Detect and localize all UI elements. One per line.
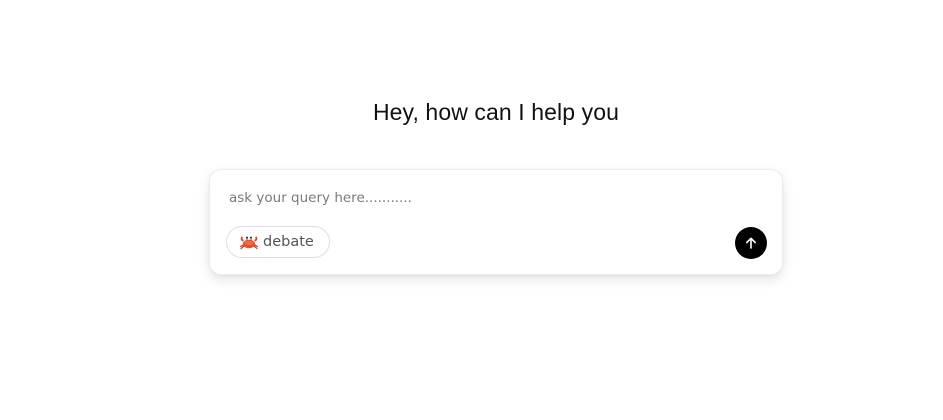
query-input[interactable]: [229, 187, 749, 209]
page: Hey, how can I help you ask your query h…: [0, 0, 943, 420]
debate-chip-label: debate: [263, 234, 314, 250]
query-composer: debate: [209, 169, 783, 275]
arrow-up-icon: [744, 236, 758, 250]
crab-icon: [239, 233, 259, 251]
debate-mode-chip[interactable]: debate: [226, 226, 330, 258]
send-button[interactable]: [735, 227, 767, 259]
greeting-heading: Hey, how can I help you: [372, 99, 620, 125]
